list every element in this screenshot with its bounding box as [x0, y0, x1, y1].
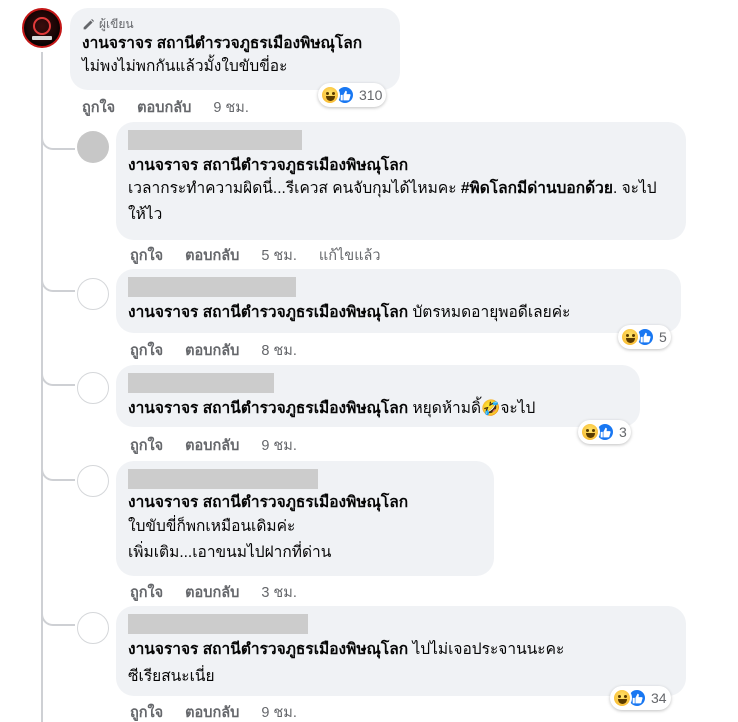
reply-bubble: งานจราจร สถานีตำรวจภูธรเมืองพิษณุโลก หยุ…: [116, 365, 640, 427]
reply-button[interactable]: ตอบกลับ: [185, 581, 239, 604]
reply-timestamp[interactable]: 8 ชม.: [261, 339, 297, 362]
reaction-count: 34: [651, 690, 667, 706]
like-button[interactable]: ถูกใจ: [130, 701, 163, 722]
reaction-count: 3: [619, 424, 627, 440]
reply-author[interactable]: งานจราจร สถานีตำรวจภูธรเมืองพิษณุโลก: [128, 156, 674, 176]
reply-text-part: เวลากระทำความผิดนี่...รีเควส คนจับกุมได้…: [128, 180, 461, 197]
reply-text-part: จะไป: [500, 400, 536, 417]
redacted-name: [128, 277, 296, 297]
reply-text: เวลากระทำความผิดนี่...รีเควส คนจับกุมได้…: [128, 176, 674, 228]
page-avatar[interactable]: [22, 8, 62, 48]
comment-text: ไม่พงไม่พกกันแล้วมั้งใบขับขี่อะ: [82, 58, 288, 75]
reply-text-part: บัตรหมดอายุพอดีเลยค่ะ: [412, 304, 571, 321]
reply-bubble: งานจราจร สถานีตำรวจภูธรเมืองพิษณุโลก เวล…: [116, 122, 686, 240]
reply-actions: ถูกใจ ตอบกลับ 5 ชม. แก้ไขแล้ว: [130, 244, 381, 267]
reply-bubble: งานจราจร สถานีตำรวจภูธรเมืองพิษณุโลก ใบข…: [116, 461, 494, 576]
haha-reaction-icon: [580, 422, 600, 442]
thread-connector: [41, 455, 75, 481]
reply-avatar[interactable]: [77, 465, 109, 497]
thread-connector: [41, 268, 75, 292]
reply-author[interactable]: งานจราจร สถานีตำรวจภูธรเมืองพิษณุโลก: [128, 304, 408, 321]
reaction-summary[interactable]: 3: [578, 420, 631, 444]
reply-button[interactable]: ตอบกลับ: [185, 434, 239, 457]
reply-actions: ถูกใจ ตอบกลับ 9 ชม.: [130, 434, 297, 457]
thread-connector: [41, 128, 75, 150]
reply-avatar[interactable]: [77, 612, 109, 644]
reply-text: งานจราจร สถานีตำรวจภูธรเมืองพิษณุโลก หยุ…: [128, 397, 628, 421]
reply-author[interactable]: งานจราจร สถานีตำรวจภูธรเมืองพิษณุโลก: [128, 493, 482, 513]
edited-label[interactable]: แก้ไขแล้ว: [319, 244, 381, 267]
reply-text-line: ใบขับขี่ก็พกเหมือนเดิมค่ะ: [128, 518, 296, 535]
reply-timestamp[interactable]: 9 ชม.: [261, 434, 297, 457]
reply-text-part: ไปไม่เจอประจานนะคะ: [412, 641, 565, 658]
reply-actions: ถูกใจ ตอบกลับ 3 ชม.: [130, 581, 297, 604]
reply-button[interactable]: ตอบกลับ: [185, 339, 239, 362]
reply-actions: ถูกใจ ตอบกลับ 9 ชม.: [130, 701, 297, 722]
emblem-banner: [32, 36, 52, 40]
reaction-summary[interactable]: 310: [318, 83, 387, 107]
reply-text-line: ซีเรียสนะเนี่ย: [128, 668, 215, 685]
reply-timestamp[interactable]: 9 ชม.: [261, 701, 297, 722]
police-emblem-icon: [33, 17, 51, 35]
like-button[interactable]: ถูกใจ: [82, 96, 115, 119]
comment-actions: ถูกใจ ตอบกลับ 9 ชม.: [82, 96, 249, 119]
reply-author[interactable]: งานจราจร สถานีตำรวจภูธรเมืองพิษณุโลก: [128, 641, 408, 658]
reply-bubble: งานจราจร สถานีตำรวจภูธรเมืองพิษณุโลก บัต…: [116, 269, 681, 333]
reaction-count: 310: [359, 87, 383, 103]
reply-avatar[interactable]: [77, 131, 109, 163]
like-button[interactable]: ถูกใจ: [130, 581, 163, 604]
reply-avatar[interactable]: [77, 278, 109, 310]
reaction-summary[interactable]: 34: [610, 686, 671, 710]
reply-button[interactable]: ตอบกลับ: [185, 701, 239, 722]
haha-reaction-icon: [620, 327, 640, 347]
like-button[interactable]: ถูกใจ: [130, 434, 163, 457]
redacted-name: [128, 614, 308, 634]
comment-timestamp[interactable]: 9 ชม.: [213, 96, 249, 119]
reaction-summary[interactable]: 5: [618, 325, 671, 349]
reply-button[interactable]: ตอบกลับ: [137, 96, 191, 119]
author-badge: ผู้เขียน: [82, 16, 388, 32]
rofl-emoji-icon: 🤣: [481, 400, 501, 417]
hashtag-link[interactable]: #พิดโลกมีด่านบอกด้วย: [461, 180, 613, 197]
reply-author[interactable]: งานจราจร สถานีตำรวจภูธรเมืองพิษณุโลก: [128, 400, 408, 417]
reply-avatar[interactable]: [77, 372, 109, 404]
like-button[interactable]: ถูกใจ: [130, 244, 163, 267]
reply-text-line: เพิ่มเติม...เอาขนมไปฝากที่ด่าน: [128, 544, 332, 561]
reply-actions: ถูกใจ ตอบกลับ 8 ชม.: [130, 339, 297, 362]
reply-timestamp[interactable]: 3 ชม.: [261, 581, 297, 604]
redacted-name: [128, 130, 302, 150]
haha-reaction-icon: [320, 85, 340, 105]
thread-connector: [41, 600, 75, 626]
comment-author[interactable]: งานจราจร สถานีตำรวจภูธรเมืองพิษณุโลก: [82, 34, 388, 54]
reply-timestamp[interactable]: 5 ชม.: [261, 244, 297, 267]
reply-text: งานจราจร สถานีตำรวจภูธรเมืองพิษณุโลก ไปไ…: [128, 638, 674, 662]
haha-reaction-icon: [612, 688, 632, 708]
main-comment-bubble: ผู้เขียน งานจราจร สถานีตำรวจภูธรเมืองพิษ…: [70, 8, 400, 90]
reply-text-part: หยุดห้ามดิ้: [412, 400, 482, 417]
like-button[interactable]: ถูกใจ: [130, 339, 163, 362]
reply-button[interactable]: ตอบกลับ: [185, 244, 239, 267]
pencil-icon: [83, 18, 95, 29]
redacted-name: [128, 469, 318, 489]
reaction-count: 5: [659, 329, 667, 345]
reply-bubble: งานจราจร สถานีตำรวจภูธรเมืองพิษณุโลก ไปไ…: [116, 606, 686, 696]
reply-text: งานจราจร สถานีตำรวจภูธรเมืองพิษณุโลก บัต…: [128, 301, 669, 325]
thread-connector: [41, 364, 75, 386]
author-badge-label: ผู้เขียน: [99, 17, 134, 31]
redacted-name: [128, 373, 274, 393]
